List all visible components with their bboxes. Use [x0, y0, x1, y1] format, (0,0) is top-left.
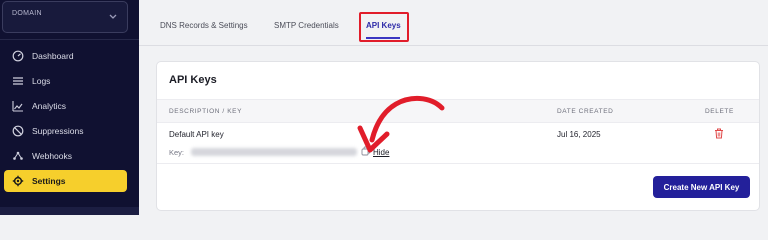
row-divider [157, 163, 759, 164]
sidebar-item-label: Logs [32, 76, 51, 86]
sidebar-item-settings[interactable]: Settings [4, 170, 127, 192]
tab-api-keys[interactable]: API Keys [366, 21, 401, 30]
sidebar-divider [0, 39, 139, 40]
sidebar-item-analytics[interactable]: Analytics [4, 95, 127, 117]
sidebar-item-suppressions[interactable]: Suppressions [4, 120, 127, 142]
tab-bar: DNS Records & Settings SMTP Credentials … [139, 0, 768, 46]
sidebar: DOMAIN Dashboard Logs Analytics Suppress… [0, 0, 139, 215]
api-key-date-created: Jul 16, 2025 [557, 130, 601, 139]
sidebar-item-logs[interactable]: Logs [4, 70, 127, 92]
list-icon [11, 74, 25, 88]
chart-icon [11, 99, 25, 113]
sidebar-item-label: Suppressions [32, 126, 84, 136]
sidebar-item-label: Webhooks [32, 151, 73, 161]
sidebar-item-label: Dashboard [32, 51, 74, 61]
sidebar-footer [0, 207, 139, 215]
table-header: DESCRIPTION / KEY DATE CREATED DELETE [157, 99, 759, 123]
create-api-key-button[interactable]: Create New API Key [653, 176, 750, 198]
api-key-description: Default API key [169, 130, 224, 139]
column-header-date-created: DATE CREATED [557, 108, 614, 115]
active-tab-indicator [366, 37, 400, 39]
sidebar-item-webhooks[interactable]: Webhooks [4, 145, 127, 167]
hide-key-link[interactable]: Hide [373, 148, 389, 157]
gear-icon [11, 174, 25, 188]
domain-select[interactable]: DOMAIN [2, 1, 128, 33]
webhook-icon [11, 149, 25, 163]
sidebar-item-label: Analytics [32, 101, 67, 111]
block-icon [11, 124, 25, 138]
trash-icon[interactable] [714, 128, 724, 139]
key-label: Key: [169, 148, 185, 157]
card-title: API Keys [169, 74, 217, 86]
chevron-down-icon [109, 14, 117, 19]
sidebar-item-label: Settings [32, 176, 66, 186]
tab-dns-records[interactable]: DNS Records & Settings [160, 21, 248, 30]
tab-smtp-credentials[interactable]: SMTP Credentials [274, 21, 339, 30]
api-key-value-masked [191, 148, 357, 156]
domain-label: DOMAIN [12, 10, 42, 17]
copy-icon[interactable] [361, 146, 371, 156]
column-header-description: DESCRIPTION / KEY [169, 108, 243, 115]
dashboard-icon [11, 49, 25, 63]
column-header-delete: DELETE [705, 108, 734, 115]
sidebar-item-dashboard[interactable]: Dashboard [4, 45, 127, 67]
main-content: DNS Records & Settings SMTP Credentials … [139, 0, 768, 215]
api-keys-card: API Keys DESCRIPTION / KEY DATE CREATED … [156, 61, 760, 211]
